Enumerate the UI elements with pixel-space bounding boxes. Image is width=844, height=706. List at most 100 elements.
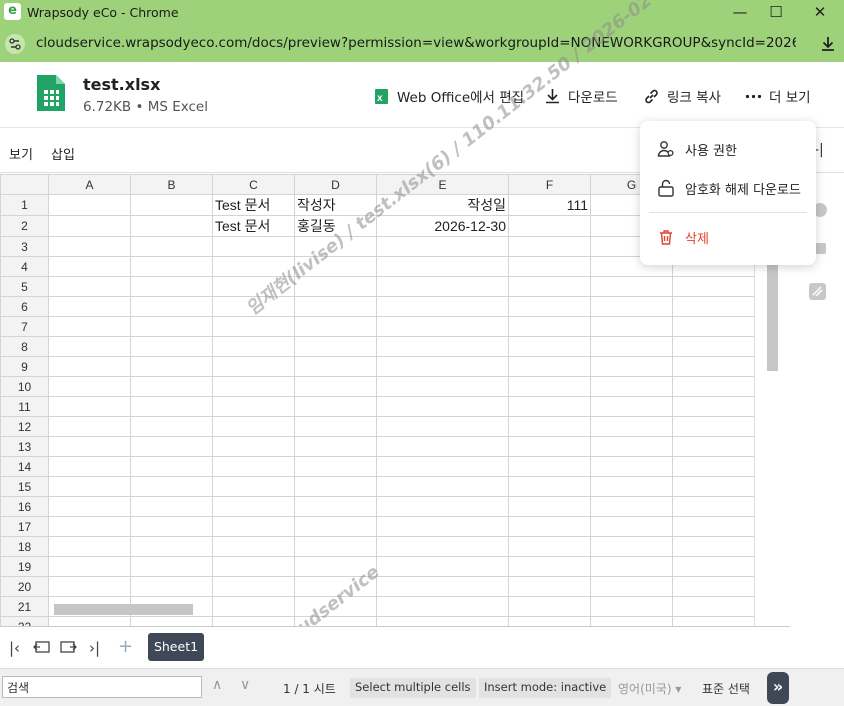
grid-cell[interactable] — [130, 536, 213, 557]
grid-cell[interactable] — [48, 376, 131, 397]
column-header[interactable]: D — [294, 174, 377, 195]
grid-cell[interactable] — [672, 356, 755, 377]
grid-cell[interactable] — [130, 316, 213, 337]
grid-cell[interactable] — [48, 516, 131, 537]
grid-cell[interactable] — [672, 276, 755, 297]
row-header[interactable]: 12 — [0, 416, 49, 437]
grid-cell[interactable] — [48, 215, 131, 237]
row-header[interactable]: 4 — [0, 256, 49, 277]
search-next-icon[interactable]: ∨ — [240, 677, 250, 693]
grid-cell[interactable] — [294, 556, 377, 577]
grid-cell[interactable] — [212, 296, 295, 317]
grid-cell[interactable] — [294, 356, 377, 377]
grid-cell[interactable] — [212, 596, 295, 617]
grid-cell[interactable] — [48, 296, 131, 317]
grid-cell[interactable] — [590, 376, 673, 397]
grid-cell[interactable] — [376, 556, 509, 577]
row-header[interactable]: 1 — [0, 194, 49, 216]
grid-cell[interactable] — [376, 576, 509, 597]
row-header[interactable]: 5 — [0, 276, 49, 297]
grid-cell[interactable] — [130, 336, 213, 357]
grid-cell[interactable] — [590, 436, 673, 457]
column-header[interactable]: F — [508, 174, 591, 195]
grid-cell[interactable] — [672, 516, 755, 537]
grid-cell[interactable] — [130, 616, 213, 626]
menu-permissions[interactable]: 사용 권한 — [656, 139, 737, 159]
grid-cell[interactable] — [672, 396, 755, 417]
grid-cell[interactable] — [130, 556, 213, 577]
grid-cell[interactable] — [672, 496, 755, 517]
grid-cell[interactable]: 홍길동 — [294, 215, 377, 237]
grid-cell[interactable] — [212, 356, 295, 377]
grid-cell[interactable] — [294, 336, 377, 357]
grid-cell[interactable] — [508, 456, 591, 477]
grid-cell[interactable] — [376, 396, 509, 417]
grid-cell[interactable] — [376, 256, 509, 277]
grid-cell[interactable] — [508, 215, 591, 237]
grid-cell[interactable] — [590, 336, 673, 357]
url-text[interactable]: cloudservice.wrapsodyeco.com/docs/previe… — [36, 35, 796, 51]
grid-cell[interactable] — [48, 476, 131, 497]
grid-cell[interactable] — [376, 336, 509, 357]
grid-cell[interactable] — [376, 516, 509, 537]
grid-cell[interactable] — [376, 436, 509, 457]
grid-cell[interactable] — [48, 456, 131, 477]
grid-cell[interactable] — [130, 396, 213, 417]
grid-cell[interactable] — [212, 496, 295, 517]
grid-cell[interactable] — [212, 576, 295, 597]
insert-mode-indicator[interactable]: Insert mode: inactive — [479, 678, 612, 698]
sheet-tab[interactable]: Sheet1 — [148, 633, 204, 661]
grid-cell[interactable] — [48, 316, 131, 337]
grid-cell[interactable] — [212, 256, 295, 277]
grid-cell[interactable] — [212, 376, 295, 397]
grid-cell[interactable] — [48, 496, 131, 517]
grid-cell[interactable] — [376, 276, 509, 297]
grid-cell[interactable] — [672, 316, 755, 337]
grid-cell[interactable] — [294, 576, 377, 597]
grid-cell[interactable] — [130, 236, 213, 257]
row-header[interactable]: 7 — [0, 316, 49, 337]
site-settings-icon[interactable] — [5, 34, 25, 54]
grid-cell[interactable]: 2026-12-30 — [376, 215, 509, 237]
grid-cell[interactable] — [508, 436, 591, 457]
grid-cell[interactable] — [294, 376, 377, 397]
grid-cell[interactable] — [212, 276, 295, 297]
grid-cell[interactable] — [130, 416, 213, 437]
prev-sheet-icon[interactable] — [33, 639, 51, 659]
grid-cell[interactable] — [212, 436, 295, 457]
grid-cell[interactable] — [130, 376, 213, 397]
grid-cell[interactable] — [376, 416, 509, 437]
grid-cell[interactable] — [48, 336, 131, 357]
grid-cell[interactable] — [508, 576, 591, 597]
grid-cell[interactable]: 작성일 — [376, 194, 509, 216]
grid-cell[interactable] — [508, 296, 591, 317]
grid-cell[interactable] — [212, 556, 295, 577]
language-selector[interactable]: 영어(미국) ▾ — [618, 680, 681, 697]
grid-cell[interactable] — [508, 256, 591, 277]
grid-cell[interactable] — [672, 376, 755, 397]
grid-cell[interactable] — [508, 616, 591, 626]
grid-cell[interactable]: 111 — [508, 194, 591, 216]
column-header[interactable]: A — [48, 174, 131, 195]
grid-cell[interactable] — [672, 476, 755, 497]
grid-cell[interactable] — [294, 396, 377, 417]
grid-cell[interactable] — [212, 616, 295, 626]
grid-cell[interactable] — [212, 476, 295, 497]
grid-cell[interactable] — [130, 496, 213, 517]
grid-cell[interactable] — [672, 416, 755, 437]
grid-cell[interactable] — [376, 476, 509, 497]
grid-cell[interactable] — [294, 276, 377, 297]
grid-cell[interactable] — [294, 476, 377, 497]
grid-cell[interactable] — [508, 516, 591, 537]
grid-cell[interactable] — [672, 436, 755, 457]
grid-cell[interactable] — [590, 276, 673, 297]
grid-cell[interactable] — [590, 616, 673, 626]
grid-cell[interactable]: Test 문서 — [212, 215, 295, 237]
grid-cell[interactable] — [212, 316, 295, 337]
grid-cell[interactable] — [130, 516, 213, 537]
grid-cell[interactable] — [376, 596, 509, 617]
grid-cell[interactable] — [212, 516, 295, 537]
grid-cell[interactable] — [508, 536, 591, 557]
grid-cell[interactable] — [212, 416, 295, 437]
grid-cell[interactable] — [508, 496, 591, 517]
